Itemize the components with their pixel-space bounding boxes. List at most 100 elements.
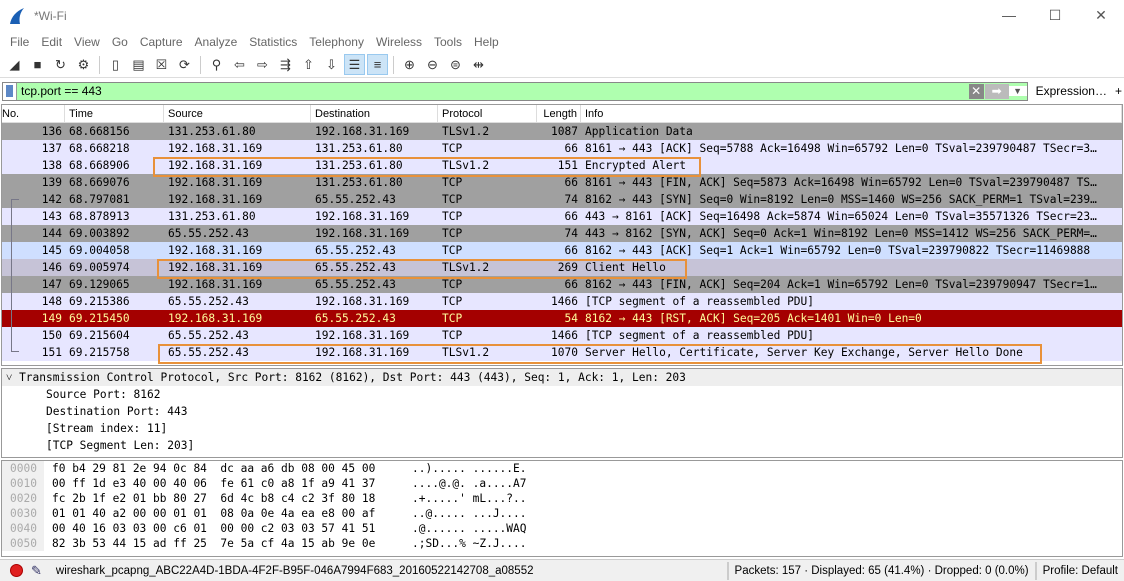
apply-filter-icon[interactable]: ➡ [984,83,1009,99]
expert-info-icon[interactable] [10,564,23,577]
menu-statistics[interactable]: Statistics [249,35,297,49]
packet-row[interactable]: 150 69.215604 65.55.252.43 192.168.31.169 TC… [2,327,1122,344]
packet-row[interactable]: 144 69.003892 65.55.252.43 192.168.31.169 TC… [2,225,1122,242]
hex-bytes[interactable]: 00 40 16 03 03 00 c6 01 00 00 c2 03 03 5… [44,521,404,536]
packet-row[interactable]: 139 68.669076 192.168.31.169 131.253.61.80 T… [2,174,1122,191]
column-header-destination[interactable]: Destination [311,105,438,122]
packet-time: 69.005974 [69,261,130,274]
hex-bytes[interactable]: f0 b4 29 81 2e 94 0c 84 dc aa a6 db 08 0… [44,461,404,476]
packet-row[interactable]: 149 69.215450 192.168.31.169 65.55.252.43 TC… [2,310,1122,327]
hex-bytes[interactable]: 01 01 40 a2 00 00 01 01 08 0a 0e 4a ea e… [44,506,404,521]
expression-button[interactable]: Expression… [1028,84,1115,98]
hex-ascii[interactable]: .+.....' mL...?.. [404,491,527,506]
tcp-field[interactable]: Source Port: 8162 [2,386,1122,403]
packet-row[interactable]: 142 68.797081 192.168.31.169 65.55.252.43 TC… [2,191,1122,208]
profile-label[interactable]: Profile: Default [1034,561,1124,580]
packet-src: 65.55.252.43 [168,329,249,342]
packet-row[interactable]: 148 69.215386 65.55.252.43 192.168.31.169 TC… [2,293,1122,310]
minimize-button[interactable]: — [986,0,1032,30]
hex-ascii[interactable]: ....@.@. .a....A7 [404,476,527,491]
column-header-info[interactable]: Info [581,105,1122,122]
packet-info: Server Hello, Certificate, Server Key Ex… [585,346,1023,359]
hex-ascii[interactable]: .@...... .....WAQ [404,521,527,536]
packet-row[interactable]: 136 68.668156 131.253.61.80 192.168.31.169 T… [2,123,1122,140]
packet-time: 68.668156 [69,125,130,138]
menu-wireless[interactable]: Wireless [376,35,422,49]
menu-analyze[interactable]: Analyze [195,35,238,49]
column-header-no[interactable]: No. [2,105,65,122]
menu-file[interactable]: File [10,35,29,49]
hex-ascii[interactable]: .;SD...% ~Z.J.... [404,536,527,551]
capture-comment-icon[interactable]: ✎ [31,563,42,579]
menu-telephony[interactable]: Telephony [309,35,364,49]
first-packet-icon[interactable]: ⇧ [298,54,319,75]
packet-dst: 65.55.252.43 [315,244,396,257]
packet-src: 192.168.31.169 [168,193,263,206]
hex-ascii[interactable]: ..@..... ...J.... [404,506,527,521]
hex-bytes[interactable]: fc 2b 1f e2 01 bb 80 27 6d 4c b8 c4 c2 3… [44,491,404,506]
open-folder-icon[interactable]: ▯ [105,54,126,75]
menu-capture[interactable]: Capture [140,35,183,49]
go-back-icon[interactable]: ⇦ [229,54,250,75]
autoscroll-icon[interactable]: ☰ [344,54,365,75]
hex-offset: 0010 [2,476,44,491]
options-gear-icon[interactable]: ⚙ [73,54,94,75]
hex-ascii[interactable]: ..)..... ......E. [404,461,527,476]
tcp-tree-item[interactable]: ˅ Transmission Control Protocol, Src Por… [2,369,1122,386]
hex-offset: 0030 [2,506,44,521]
packet-row[interactable]: 151 69.215758 65.55.252.43 192.168.31.169 TL… [2,344,1122,361]
filter-history-dropdown[interactable]: ▼ [1008,86,1027,96]
close-file-icon[interactable]: ☒ [151,54,172,75]
display-filter-input[interactable] [17,84,969,98]
menu-view[interactable]: View [74,35,100,49]
packet-row[interactable]: 137 68.668218 192.168.31.169 131.253.61.80 T… [2,140,1122,157]
packet-time: 68.669076 [69,176,130,189]
zoom-out-icon[interactable]: ⊖ [422,54,443,75]
colorize-icon[interactable]: ≡ [367,54,388,75]
resize-columns-icon[interactable]: ⇹ [468,54,489,75]
save-file-icon[interactable]: ▤ [128,54,149,75]
hex-offset: 0040 [2,521,44,536]
clear-filter-icon[interactable]: ✕ [968,83,984,99]
tcp-field[interactable]: Destination Port: 443 [2,403,1122,420]
packet-row[interactable]: 146 69.005974 192.168.31.169 65.55.252.43 TL… [2,259,1122,276]
expand-chevron-icon[interactable]: ˅ [6,371,12,384]
column-header-time[interactable]: Time [65,105,164,122]
zoom-in-icon[interactable]: ⊕ [399,54,420,75]
packet-row[interactable]: 147 69.129065 192.168.31.169 65.55.252.43 TC… [2,276,1122,293]
zoom-normal-icon[interactable]: ⊜ [445,54,466,75]
restart-icon[interactable]: ↻ [50,54,71,75]
find-icon[interactable]: ⚲ [206,54,227,75]
packet-list: No. Time Source Destination Protocol Length In… [1,104,1123,366]
packet-info: [TCP segment of a reassembled PDU] [585,329,815,342]
packet-row[interactable]: 143 68.878913 131.253.61.80 192.168.31.169 T… [2,208,1122,225]
shark-fin-icon[interactable]: ◢ [4,54,25,75]
reload-icon[interactable]: ⟳ [174,54,195,75]
hex-bytes[interactable]: 82 3b 53 44 15 ad ff 25 7e 5a cf 4a 15 a… [44,536,404,551]
menu-help[interactable]: Help [474,35,499,49]
menu-edit[interactable]: Edit [41,35,62,49]
menu-tools[interactable]: Tools [434,35,462,49]
go-forward-icon[interactable]: ⇨ [252,54,273,75]
packet-proto: TLSv1.2 [442,261,490,274]
last-packet-icon[interactable]: ⇩ [321,54,342,75]
tcp-field[interactable]: [TCP Segment Len: 203] [2,437,1122,454]
tcp-field[interactable]: [Stream index: 11] [2,420,1122,437]
packet-row[interactable]: 138 68.668906 192.168.31.169 131.253.61.80 T… [2,157,1122,174]
hex-bytes[interactable]: 00 ff 1d e3 40 00 40 06 fe 61 c0 a8 1f a… [44,476,404,491]
column-header-source[interactable]: Source [164,105,311,122]
packet-proto: TCP [442,329,463,342]
add-filter-button[interactable]: + [1115,84,1122,98]
maximize-button[interactable]: ☐ [1032,0,1078,30]
go-to-packet-icon[interactable]: ⇶ [275,54,296,75]
packet-row[interactable]: 145 69.004058 192.168.31.169 65.55.252.43 TC… [2,242,1122,259]
status-bar: ✎ wireshark_pcapng_ABC22A4D-1BDA-4F2F-B9… [0,559,1124,581]
close-button[interactable]: ✕ [1078,0,1124,30]
packet-dst: 192.168.31.169 [315,329,410,342]
column-header-protocol[interactable]: Protocol [438,105,537,122]
bookmark-icon[interactable] [3,82,17,100]
menu-go[interactable]: Go [112,35,128,49]
stop-icon[interactable]: ■ [27,54,48,75]
column-header-length[interactable]: Length [537,105,581,122]
packet-proto: TLSv1.2 [442,346,490,359]
